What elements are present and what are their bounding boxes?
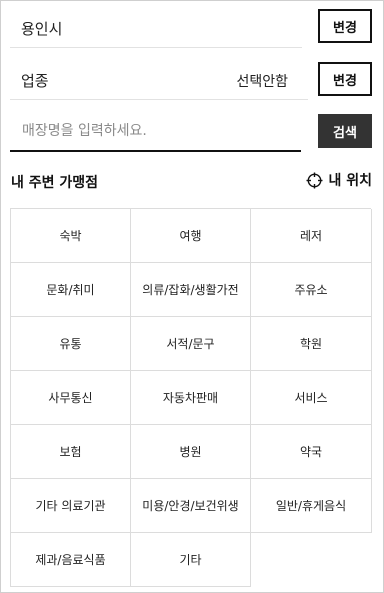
category-item[interactable]: 유통 [11,317,131,371]
category-item[interactable]: 여행 [131,209,251,263]
category-item[interactable]: 보험 [11,425,131,479]
category-grid: 숙박 여행 레저 문화/취미 의류/잡화/생활가전 주유소 유통 서적/문구 학… [10,208,372,587]
category-item[interactable]: 기타 [131,533,251,587]
category-item[interactable]: 기타 의료기관 [11,479,131,533]
nearby-stores-title: 내 주변 가맹점 [11,175,99,191]
my-location-label: 내 위치 [328,173,372,189]
category-item[interactable]: 서비스 [251,371,372,425]
category-item[interactable]: 자동차판매 [131,371,251,425]
my-location-button[interactable]: 내 위치 [306,170,372,190]
category-item[interactable]: 서적/문구 [131,317,251,371]
crosshair-icon [306,172,323,188]
empty-cell [251,533,372,587]
category-item[interactable]: 일반/휴게음식 [251,479,372,533]
category-item[interactable]: 문화/취미 [11,263,131,317]
category-item[interactable]: 약국 [251,425,372,479]
category-item[interactable]: 의류/잡화/생활가전 [131,263,251,317]
business-type-label: 업종 [21,72,49,90]
business-type-value: 선택안함 [236,74,288,90]
search-button[interactable]: 검색 [318,114,372,148]
category-item[interactable]: 숙박 [11,209,131,263]
change-region-button[interactable]: 변경 [318,9,372,43]
region-value: 용인시 [21,20,63,38]
category-item[interactable]: 미용/안경/보건위생 [131,479,251,533]
region-row: 용인시 [10,8,302,48]
category-item[interactable]: 병원 [131,425,251,479]
category-item[interactable]: 주유소 [251,263,372,317]
store-name-search-input[interactable] [10,112,301,150]
category-item[interactable]: 학원 [251,317,372,371]
category-item[interactable]: 사무통신 [11,371,131,425]
search-box [10,112,301,152]
change-business-type-button[interactable]: 변경 [318,62,372,96]
category-item[interactable]: 레저 [251,209,372,263]
business-type-row: 업종 선택안함 [10,60,308,100]
category-item[interactable]: 제과/음료식품 [11,533,131,587]
